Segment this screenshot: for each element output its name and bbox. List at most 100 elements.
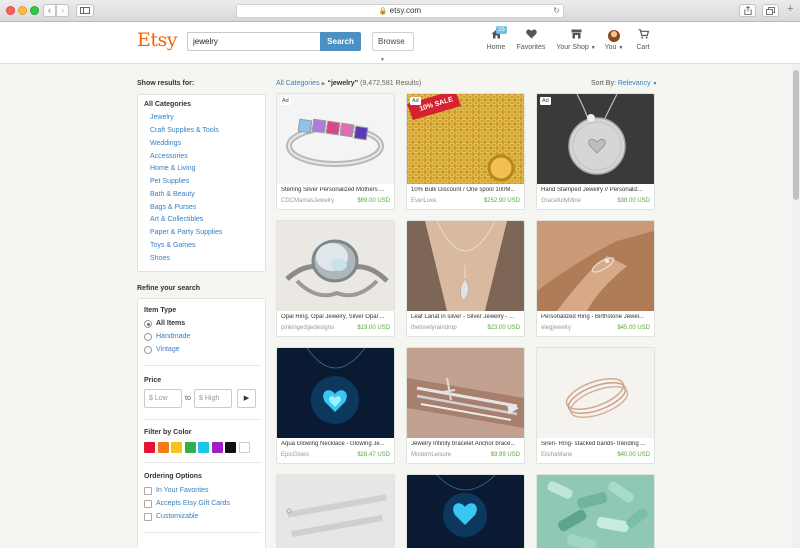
category-link[interactable]: Bath & Beauty	[150, 191, 195, 198]
nav-you[interactable]: You ▼	[604, 28, 624, 51]
product-card[interactable]: Ad Sterling Silver Personalized Mothers …	[276, 93, 395, 210]
product-title[interactable]: 10% Bulk Discount / One spool 100M...	[411, 187, 521, 193]
product-title[interactable]: Opal Ring, Opal Jewelry, Silver Opal ...	[281, 314, 391, 320]
product-title[interactable]: Sterling Silver Personalized Mothers ...	[281, 187, 391, 193]
product-card[interactable]: Siren- Ring- stacked bands- trending ...…	[536, 347, 655, 464]
address-bar[interactable]: 🔒 etsy.com ↻	[236, 4, 564, 18]
shop-name[interactable]: ElishaMarie	[541, 452, 572, 458]
product-title[interactable]: Siren- Ring- stacked bands- trending ...	[541, 441, 651, 447]
ordering-label[interactable]: In Your Favorites	[156, 487, 209, 494]
price-submit-button[interactable]: ▶	[237, 389, 256, 408]
minimize-window-button[interactable]	[18, 6, 27, 15]
etsy-logo[interactable]: Etsy	[137, 29, 178, 51]
shop-name[interactable]: thelovelyraindrop	[411, 325, 457, 331]
forward-button[interactable]: ›	[56, 4, 69, 17]
product-title[interactable]: Hand Stamped Jewelry // Personaliz...	[541, 187, 651, 193]
back-button[interactable]: ‹	[43, 4, 56, 17]
category-link[interactable]: Bags & Purses	[150, 204, 196, 211]
product-title[interactable]: Jewelry Infinity bracelet Anchor brace..…	[411, 441, 521, 447]
category-link[interactable]: Craft Supplies & Tools	[150, 127, 219, 134]
product-image[interactable]	[537, 94, 654, 184]
color-swatch[interactable]	[211, 442, 223, 453]
color-swatch[interactable]	[238, 442, 250, 453]
item-type-label[interactable]: All Items	[156, 320, 185, 327]
item-type-label[interactable]: Handmade	[156, 333, 190, 340]
product-title[interactable]: Leaf Lariat in silver - Silver Jewelry -…	[411, 314, 521, 320]
checkbox-customizable[interactable]	[144, 513, 152, 521]
shop-name[interactable]: pinkingedgedesigns	[281, 325, 334, 331]
radio-handmade[interactable]	[144, 333, 152, 341]
tabs-overview-button[interactable]	[762, 4, 779, 17]
category-link[interactable]: Accessories	[150, 153, 188, 160]
close-window-button[interactable]	[6, 6, 15, 15]
product-card[interactable]	[406, 474, 525, 548]
price-low-input[interactable]: $ Low	[144, 389, 182, 408]
shop-name[interactable]: elegjewelry	[541, 325, 571, 331]
shop-name[interactable]: EverLuxe	[411, 198, 436, 204]
category-link[interactable]: Weddings	[150, 140, 181, 147]
category-link[interactable]: Toys & Games	[150, 242, 196, 249]
shop-name[interactable]: EpicGlows	[281, 452, 309, 458]
scrollbar[interactable]	[792, 64, 800, 548]
product-image[interactable]	[277, 475, 394, 548]
product-image[interactable]	[407, 221, 524, 311]
new-tab-button[interactable]: +	[787, 3, 793, 15]
color-swatch[interactable]	[144, 442, 155, 453]
ordering-label[interactable]: Accepts Etsy Gift Cards	[156, 500, 230, 507]
product-card[interactable]: Ad Hand Stamped Jewelry // Personaliz...…	[536, 93, 655, 210]
search-input[interactable]	[187, 32, 320, 51]
color-swatch[interactable]	[225, 442, 236, 453]
product-image[interactable]	[407, 348, 524, 438]
nav-home[interactable]: 25 Home	[484, 26, 508, 51]
browse-dropdown[interactable]: Browse ▼	[372, 32, 414, 63]
shop-name[interactable]: ModernLeisure	[411, 452, 451, 458]
product-card[interactable]: Leaf Lariat in silver - Silver Jewelry -…	[406, 220, 525, 337]
radio-all-items[interactable]	[144, 320, 152, 328]
color-swatch[interactable]	[184, 442, 196, 453]
sort-value[interactable]: Relevancy	[618, 80, 651, 87]
product-image[interactable]	[537, 221, 654, 311]
category-link[interactable]: Paper & Party Supplies	[150, 229, 222, 236]
radio-vintage[interactable]	[144, 346, 152, 354]
product-image[interactable]	[537, 475, 654, 548]
product-card[interactable]: Personalized Ring - Birthstone Jewel... …	[536, 220, 655, 337]
product-card[interactable]: Aqua Glowing Necklace - Glowing Je... Ep…	[276, 347, 395, 464]
color-swatch[interactable]	[171, 442, 182, 453]
product-image[interactable]	[277, 221, 394, 311]
nav-cart[interactable]: Cart	[633, 28, 653, 51]
ordering-label[interactable]: Customizable	[156, 513, 198, 520]
product-title[interactable]: Aqua Glowing Necklace - Glowing Je...	[281, 441, 391, 447]
zoom-window-button[interactable]	[30, 6, 39, 15]
product-image[interactable]	[407, 475, 524, 548]
product-image[interactable]	[277, 94, 394, 184]
price-high-input[interactable]: $ High	[194, 389, 232, 408]
color-swatch[interactable]	[157, 442, 169, 453]
product-image[interactable]	[277, 348, 394, 438]
color-swatch[interactable]	[198, 442, 209, 453]
product-card[interactable]: Jewelry Infinity bracelet Anchor brace..…	[406, 347, 525, 464]
shop-name[interactable]: GracefullyMine	[541, 198, 581, 204]
sidebar-toggle-button[interactable]	[76, 4, 94, 17]
product-card[interactable]	[536, 474, 655, 548]
sort-control[interactable]: Sort By: Relevancy ▼	[591, 80, 657, 87]
reload-icon[interactable]: ↻	[553, 5, 560, 17]
scrollbar-thumb[interactable]	[793, 70, 799, 200]
share-button[interactable]	[739, 4, 756, 17]
nav-favorites[interactable]: Favorites	[515, 28, 547, 51]
product-card[interactable]	[276, 474, 395, 548]
search-button[interactable]: Search	[320, 32, 361, 51]
nav-your-shop[interactable]: Your Shop ▼	[556, 28, 596, 51]
product-card[interactable]: Opal Ring, Opal Jewelry, Silver Opal ...…	[276, 220, 395, 337]
checkbox-gift-cards[interactable]	[144, 500, 152, 508]
category-link[interactable]: Shoes	[150, 255, 170, 262]
category-link[interactable]: Art & Collectibles	[150, 216, 203, 223]
checkbox-in-favorites[interactable]	[144, 487, 152, 495]
product-title[interactable]: Personalized Ring - Birthstone Jewel...	[541, 314, 651, 320]
item-type-label[interactable]: Vintage	[156, 346, 180, 353]
breadcrumb-link[interactable]: All Categories	[276, 80, 320, 87]
category-link[interactable]: Home & Living	[150, 165, 196, 172]
category-link[interactable]: Pet Supplies	[150, 178, 189, 185]
product-image[interactable]	[537, 348, 654, 438]
shop-name[interactable]: CDCMamasJewelry	[281, 198, 334, 204]
product-card[interactable]: Ad 10% SALE 10% Bulk Discount / One spoo…	[406, 93, 525, 210]
